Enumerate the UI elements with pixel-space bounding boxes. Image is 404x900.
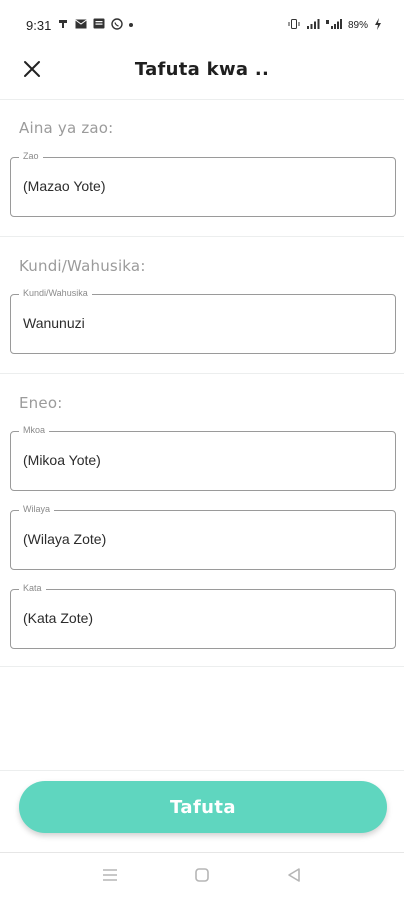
field-legend-district: Wilaya xyxy=(19,504,55,514)
vibrate-icon xyxy=(288,18,300,33)
system-nav-bar xyxy=(0,852,404,900)
close-icon xyxy=(23,60,41,82)
section-label-group: Kundi/Wahusika: xyxy=(19,257,146,275)
status-bar: 9:31 89% xyxy=(0,0,404,50)
field-legend-crop: Zao xyxy=(19,151,43,161)
signal-icon xyxy=(306,18,320,33)
page-title: Tafuta kwa .. xyxy=(134,58,270,80)
field-value-ward: (Kata Zote) xyxy=(23,610,94,626)
status-right: 89% xyxy=(288,17,382,33)
ward-select[interactable]: Kata (Kata Zote) xyxy=(10,583,396,649)
divider xyxy=(0,99,404,100)
field-legend-ward: Kata xyxy=(19,583,46,593)
battery-level: 89% xyxy=(347,19,368,31)
field-value-crop: (Mazao Yote) xyxy=(23,178,106,194)
bottom-action-area: Tafuta xyxy=(0,770,404,852)
signal-lte-icon xyxy=(325,18,342,33)
crop-select[interactable]: Zao (Mazao Yote) xyxy=(10,151,396,217)
region-select[interactable]: Mkoa (Mikoa Yote) xyxy=(10,425,396,491)
divider xyxy=(0,373,404,374)
section-label-crop: Aina ya zao: xyxy=(19,119,114,137)
message-icon xyxy=(93,18,105,32)
field-legend-group: Kundi/Wahusika xyxy=(19,288,92,298)
app-bar: Tafuta kwa .. xyxy=(0,50,404,100)
status-time: 9:31 xyxy=(26,17,52,33)
group-select[interactable]: Kundi/Wahusika Wanunuzi xyxy=(10,288,396,354)
field-value-district: (Wilaya Zote) xyxy=(23,531,107,547)
section-label-area: Eneo: xyxy=(19,394,63,412)
carrier-icon xyxy=(57,18,69,33)
field-legend-region: Mkoa xyxy=(19,425,50,435)
district-select[interactable]: Wilaya (Wilaya Zote) xyxy=(10,504,396,570)
divider xyxy=(0,236,404,237)
divider xyxy=(0,666,404,667)
status-left: 9:31 xyxy=(26,17,134,33)
back-button[interactable] xyxy=(284,867,304,887)
search-button[interactable]: Tafuta xyxy=(19,781,387,833)
recent-apps-button[interactable] xyxy=(100,867,120,887)
notification-dot xyxy=(129,23,134,27)
whatsapp-icon xyxy=(111,17,124,33)
field-value-group: Wanunuzi xyxy=(23,315,85,331)
home-icon xyxy=(194,867,210,887)
field-value-region: (Mikoa Yote) xyxy=(23,452,101,468)
recent-apps-icon xyxy=(101,867,119,887)
home-button[interactable] xyxy=(192,867,212,887)
mail-icon xyxy=(75,19,88,32)
close-button[interactable] xyxy=(18,57,46,85)
battery-icon xyxy=(374,17,382,33)
back-icon xyxy=(286,867,302,887)
